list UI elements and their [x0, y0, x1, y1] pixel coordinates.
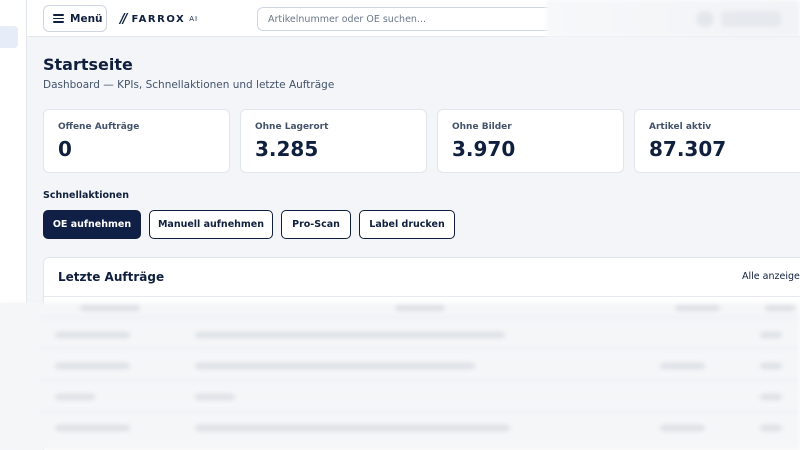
kpi-value: 3.970 — [452, 137, 516, 161]
top-header: Menü // FARROX AI — [27, 0, 800, 37]
kpi-value: 0 — [58, 137, 72, 161]
search-input[interactable] — [257, 7, 557, 31]
hamburger-icon — [53, 14, 64, 23]
kpi-label: Ohne Lagerort — [255, 122, 329, 132]
label-drucken-button[interactable]: Label drucken — [359, 210, 455, 239]
brand-logo[interactable]: // FARROX AI — [120, 11, 198, 27]
recent-orders-title: Letzte Aufträge — [58, 270, 165, 284]
page-subtitle: Dashboard — KPIs, Schnellaktionen und le… — [43, 79, 335, 91]
menu-button-label: Menü — [70, 12, 103, 25]
manuell-aufnehmen-button[interactable]: Manuell aufnehmen — [149, 210, 273, 239]
logo-sub: AI — [189, 15, 199, 23]
kpi-value: 87.307 — [649, 137, 727, 161]
oe-aufnehmen-button[interactable]: OE aufnehmen — [43, 210, 141, 239]
sidebar-item-active[interactable] — [0, 26, 18, 48]
kpi-label: Artikel aktiv — [649, 122, 712, 132]
menu-button[interactable]: Menü — [43, 5, 107, 32]
show-all-link[interactable]: Alle anzeigen — [742, 271, 800, 282]
blurred-header-area — [546, 0, 800, 37]
page-title: Startseite — [43, 55, 133, 74]
kpi-card-no-location[interactable]: Ohne Lagerort 3.285 — [240, 109, 427, 173]
kpi-label: Offene Aufträge — [58, 122, 140, 132]
kpi-label: Ohne Bilder — [452, 122, 512, 132]
logo-mark: // — [120, 11, 127, 27]
blurred-orders-table — [0, 303, 800, 450]
kpi-card-no-images[interactable]: Ohne Bilder 3.970 — [437, 109, 624, 173]
divider — [44, 296, 800, 297]
kpi-card-open-orders[interactable]: Offene Aufträge 0 — [43, 109, 230, 173]
quick-actions-heading: Schnellaktionen — [43, 190, 129, 201]
sidebar — [0, 0, 27, 303]
pro-scan-button[interactable]: Pro-Scan — [281, 210, 351, 239]
kpi-card-active-articles[interactable]: Artikel aktiv 87.307 — [634, 109, 800, 173]
logo-text: FARROX — [131, 13, 186, 25]
kpi-value: 3.285 — [255, 137, 319, 161]
